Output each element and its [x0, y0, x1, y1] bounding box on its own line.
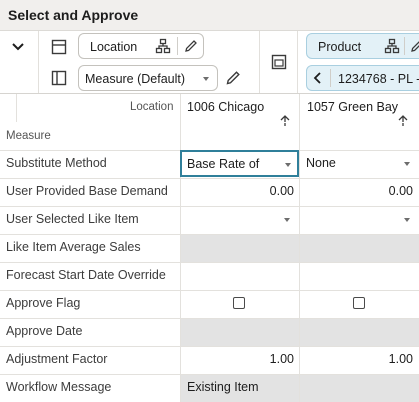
row-divider	[0, 374, 419, 375]
corner-measure-label: Measure	[6, 130, 51, 142]
adjustment-factor-chicago[interactable]: 1.00	[181, 352, 294, 366]
select-value: Base Rate of	[187, 157, 260, 171]
product-label: Product	[318, 40, 362, 54]
forecast-start-cell-green-bay[interactable]	[300, 263, 419, 290]
divider	[181, 122, 419, 123]
edit-icon[interactable]	[183, 38, 199, 54]
location-label: Location	[90, 40, 138, 54]
forecast-start-cell-chicago[interactable]	[181, 263, 299, 290]
dropdown-caret-icon	[203, 77, 209, 81]
hierarchy-icon[interactable]	[384, 38, 400, 54]
product-pill[interactable]: Product	[306, 33, 419, 59]
title-bar: Select and Approve	[0, 0, 419, 31]
row-divider	[0, 346, 419, 347]
select-value: None	[306, 156, 336, 170]
substitute-method-select-green-bay[interactable]: None	[300, 151, 419, 178]
row-label-substitute-method: Substitute Method	[6, 156, 107, 170]
column-header-chicago[interactable]: 1006 Chicago	[187, 100, 264, 114]
row-label-workflow-message: Workflow Message	[6, 380, 112, 394]
row-label-approve-date: Approve Date	[6, 324, 83, 338]
row-divider	[0, 178, 419, 179]
column-header-green-bay[interactable]: 1057 Green Bay	[307, 100, 398, 114]
substitute-method-select-chicago[interactable]: Base Rate of	[180, 150, 299, 177]
sort-ascending-icon[interactable]	[278, 114, 292, 128]
layout-rows-icon[interactable]	[50, 38, 68, 56]
dropdown-caret-icon	[404, 162, 410, 166]
chevron-down-icon[interactable]	[9, 38, 27, 56]
readonly-cell	[300, 375, 419, 402]
row-divider	[0, 318, 419, 319]
toolbar: Location Measure (Default) Product 12347…	[0, 31, 419, 94]
row-label-adjustment-factor: Adjustment Factor	[6, 352, 108, 366]
row-divider	[0, 290, 419, 291]
row-label-like-item-avg-sales: Like Item Average Sales	[6, 240, 141, 254]
location-pill[interactable]: Location	[78, 33, 204, 59]
hierarchy-icon[interactable]	[155, 38, 171, 54]
row-label-approve-flag: Approve Flag	[6, 296, 81, 310]
data-grid: Location Measure 1006 Chicago 1057 Green…	[0, 94, 419, 402]
row-label-user-like-item: User Selected Like Item	[6, 212, 139, 226]
approve-checkbox-green-bay[interactable]	[353, 297, 365, 309]
pill-separator	[177, 37, 178, 55]
measure-select[interactable]: Measure (Default)	[78, 65, 218, 91]
readonly-cell	[300, 319, 419, 346]
divider	[259, 31, 260, 93]
like-item-select-green-bay[interactable]	[300, 207, 419, 234]
column-divider	[16, 94, 17, 122]
product-navigator[interactable]: 1234768 - PL -	[306, 65, 419, 91]
readonly-cell	[181, 235, 299, 262]
like-item-select-chicago[interactable]	[181, 207, 299, 234]
page-title: Select and Approve	[8, 7, 139, 23]
measure-select-value: Measure (Default)	[85, 72, 186, 86]
divider	[38, 31, 39, 93]
pill-separator	[330, 69, 331, 87]
base-demand-chicago[interactable]: 0.00	[181, 184, 294, 198]
divider	[297, 31, 298, 93]
dropdown-caret-icon	[284, 218, 290, 222]
panel-toggle-icon[interactable]	[270, 53, 288, 71]
corner-location-label: Location	[130, 101, 174, 113]
edit-icon[interactable]	[409, 38, 419, 54]
workflow-message-chicago: Existing Item	[187, 380, 259, 394]
readonly-cell	[300, 235, 419, 262]
readonly-cell	[181, 319, 299, 346]
edit-measure-icon[interactable]	[224, 69, 242, 87]
layout-columns-icon[interactable]	[50, 69, 68, 87]
row-label-forecast-start: Forecast Start Date Override	[6, 268, 166, 282]
approve-checkbox-chicago[interactable]	[233, 297, 245, 309]
product-value: 1234768 - PL -	[338, 72, 419, 86]
base-demand-green-bay[interactable]: 0.00	[300, 184, 413, 198]
dropdown-caret-icon	[404, 218, 410, 222]
dropdown-caret-icon	[285, 163, 291, 167]
adjustment-factor-green-bay[interactable]: 1.00	[300, 352, 413, 366]
row-divider	[0, 234, 419, 235]
row-label-user-base-demand: User Provided Base Demand	[6, 184, 168, 198]
sort-ascending-icon[interactable]	[396, 114, 410, 128]
pill-separator	[404, 37, 405, 55]
chevron-left-icon[interactable]	[310, 70, 326, 86]
